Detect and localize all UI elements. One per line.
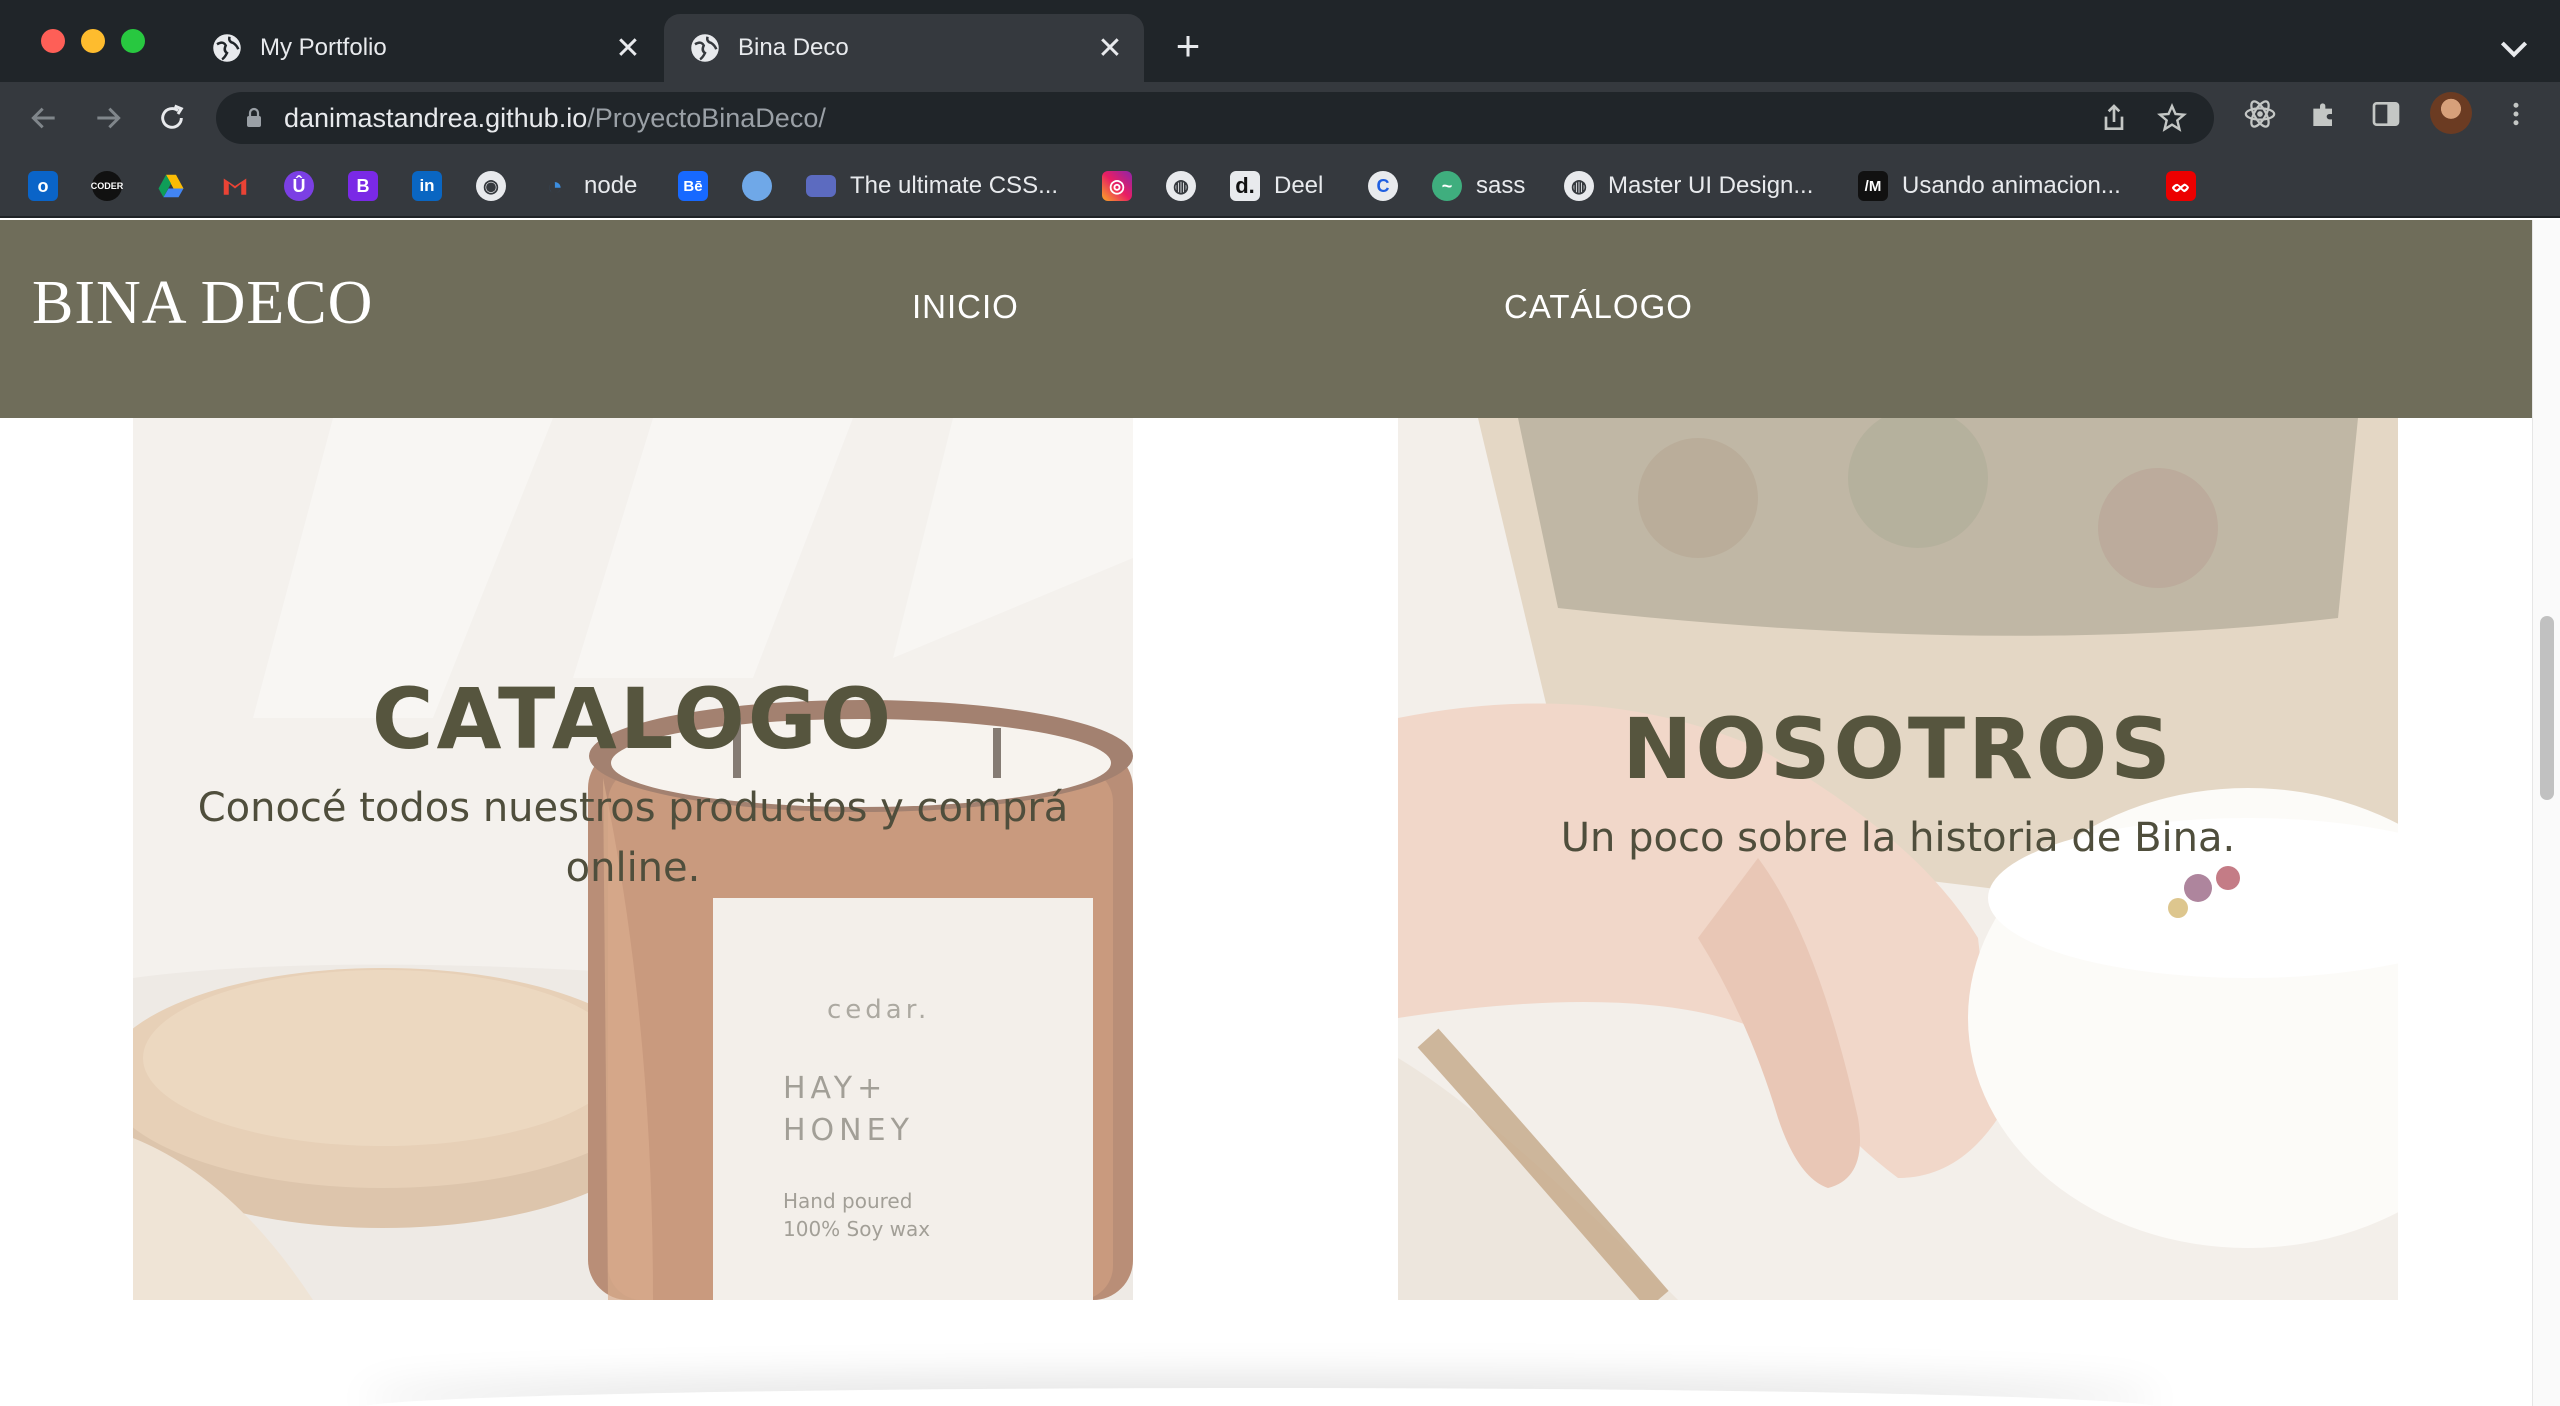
catalogo-card[interactable]: cedar. HAY+ HONEY Hand poured 100% Soy w… <box>133 418 1133 1300</box>
bookmark-behance[interactable]: Bē <box>678 154 722 218</box>
catalogo-card-text: Conocé todos nuestros productos y comprá… <box>197 785 1069 891</box>
bookmark-master-ui[interactable]: ◍ Master UI Design... <box>1564 154 1813 218</box>
bookmark-outlook[interactable]: o <box>28 154 72 218</box>
m-icon: /M <box>1858 171 1888 201</box>
reload-button[interactable] <box>150 96 194 140</box>
globe-icon <box>213 34 241 62</box>
nosotros-card-text: Un poco sobre la historia de Bina. <box>1560 815 2236 861</box>
bookmark-instagram[interactable]: ◎ <box>1102 154 1146 218</box>
github-icon: ◉ <box>476 171 506 201</box>
node-icon: ◔ <box>547 170 563 201</box>
bookmark-globe[interactable]: ◍ <box>1166 154 1210 218</box>
bookmark-label: The ultimate CSS... <box>850 172 1059 199</box>
bookmark-blob[interactable] <box>742 154 786 218</box>
close-tab-icon[interactable]: ✕ <box>608 28 648 68</box>
coder-icon: CODER <box>91 171 123 201</box>
back-button[interactable] <box>22 96 66 140</box>
share-icon[interactable] <box>2098 102 2130 134</box>
linkedin-icon: in <box>412 171 442 201</box>
lock-icon <box>247 107 261 127</box>
arrow-left-icon <box>31 107 55 129</box>
bookmark-label: Deel <box>1274 172 1324 199</box>
bookmark-drive[interactable] <box>156 154 200 218</box>
gmail-icon <box>220 171 250 201</box>
forward-button[interactable] <box>86 96 130 140</box>
santander-icon: ᨖ <box>2166 171 2196 201</box>
behance-icon: Bē <box>678 171 708 201</box>
minimize-window-button[interactable] <box>81 29 105 53</box>
css-icon <box>806 175 836 197</box>
close-window-button[interactable] <box>41 29 65 53</box>
url-path: /ProyectoBinaDeco/ <box>587 103 826 133</box>
url-host: danimastandrea.github.io <box>284 103 588 133</box>
bookmark-gmail[interactable] <box>220 154 264 218</box>
tab-my-portfolio[interactable]: My Portfolio ✕ <box>186 14 662 82</box>
bookmark-santander[interactable]: ᨖ <box>2166 154 2210 218</box>
globe-icon: ◍ <box>1166 171 1196 201</box>
nav-inicio[interactable]: INICIO <box>912 288 1019 326</box>
page-scrollbar[interactable] <box>2532 220 2560 1406</box>
url-text: danimastandrea.github.io/ProyectoBinaDec… <box>284 92 826 144</box>
globe-icon: ◍ <box>1564 171 1594 201</box>
bookmark-u[interactable]: Û <box>284 154 328 218</box>
react-devtools-icon[interactable] <box>2242 96 2278 132</box>
site-logo[interactable]: BINA DECO <box>32 268 373 339</box>
blob-icon <box>742 171 772 201</box>
bootstrap-icon: B <box>348 171 378 201</box>
close-tab-icon[interactable]: ✕ <box>1090 28 1130 68</box>
bookmark-bootstrap[interactable]: B <box>348 154 392 218</box>
c-icon: C <box>1368 171 1398 201</box>
outlook-icon: o <box>28 171 58 201</box>
bookmark-coder[interactable]: CODER <box>91 154 136 218</box>
sass-icon: ~ <box>1432 171 1462 201</box>
bookmark-sass[interactable]: ~ sass <box>1432 154 1525 218</box>
bookmark-linkedin[interactable]: in <box>412 154 456 218</box>
side-panel-icon[interactable] <box>2368 96 2404 132</box>
next-section-shadow <box>360 1388 2160 1406</box>
google-drive-icon <box>156 171 186 201</box>
site-header: BINA DECO INICIO CATÁLOGO <box>0 220 2532 418</box>
bookmark-label: Master UI Design... <box>1608 172 1814 199</box>
menu-dots-icon[interactable] <box>2498 96 2534 132</box>
u-icon: Û <box>284 171 314 201</box>
globe-icon <box>691 34 719 62</box>
instagram-icon: ◎ <box>1102 171 1132 201</box>
tab-strip: My Portfolio ✕ Bina Deco ✕ + <box>0 0 2560 82</box>
deel-icon: d. <box>1230 171 1260 201</box>
tab-bina-deco[interactable]: Bina Deco ✕ <box>664 14 1144 82</box>
bookmark-deel[interactable]: d. Deel <box>1230 154 1323 218</box>
bookmark-github[interactable]: ◉ <box>476 154 520 218</box>
new-tab-button[interactable]: + <box>1168 25 1208 68</box>
catalogo-card-title: CATALOGO <box>371 670 895 768</box>
browser-toolbar: danimastandrea.github.io/ProyectoBinaDec… <box>0 82 2560 154</box>
address-bar[interactable]: danimastandrea.github.io/ProyectoBinaDec… <box>216 92 2214 144</box>
web-page: BINA DECO INICIO CATÁLOGO cedar. HAY+ HO <box>0 220 2532 1406</box>
bookmark-node[interactable]: ◔ node <box>540 154 637 218</box>
scrollbar-thumb[interactable] <box>2540 616 2554 800</box>
chevron-down-icon[interactable] <box>2494 28 2534 68</box>
bookmark-label: node <box>584 172 638 199</box>
bookmark-label: Usando animacion... <box>1902 172 2121 199</box>
arrow-right-icon <box>97 107 121 129</box>
star-icon[interactable] <box>2156 102 2188 134</box>
nav-catalogo[interactable]: CATÁLOGO <box>1504 288 1693 326</box>
tab-title: My Portfolio <box>260 34 387 61</box>
extensions-icon[interactable] <box>2306 96 2342 132</box>
maximize-window-button[interactable] <box>121 29 145 53</box>
bookmark-label: sass <box>1476 172 1526 199</box>
reload-icon <box>161 104 184 129</box>
nosotros-card-title: NOSOTROS <box>1622 700 2174 798</box>
tab-title: Bina Deco <box>738 34 849 61</box>
bookmark-c[interactable]: C <box>1368 154 1412 218</box>
profile-avatar[interactable] <box>2430 92 2472 134</box>
bookmarks-bar: o CODER Û B in ◉ ◔ node Bē The ultimate C… <box>0 154 2560 218</box>
nosotros-card[interactable]: NOSOTROS Un poco sobre la historia de Bi… <box>1398 418 2398 1300</box>
bookmark-css[interactable]: The ultimate CSS... <box>806 154 1058 218</box>
bookmark-animaciones[interactable]: /M Usando animacion... <box>1858 154 2121 218</box>
